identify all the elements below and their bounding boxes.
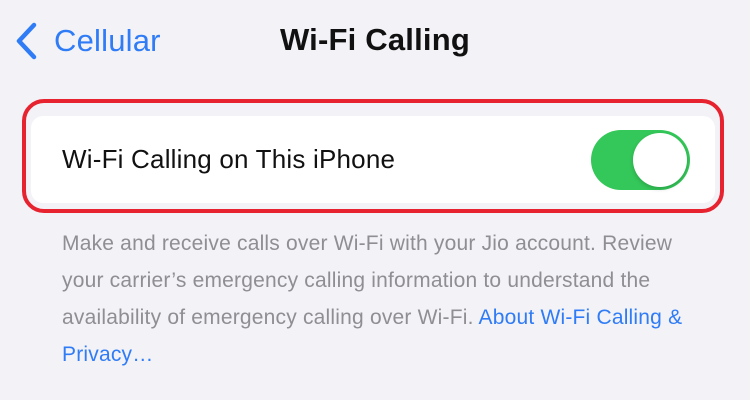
wifi-calling-toggle[interactable]	[591, 130, 690, 190]
page-title: Wi-Fi Calling	[279, 22, 471, 57]
settings-group: Wi-Fi Calling on This iPhone	[31, 116, 715, 203]
wifi-calling-label: Wi-Fi Calling on This iPhone	[62, 144, 396, 174]
footer-description: Make and receive calls over Wi-Fi with y…	[62, 225, 712, 373]
navigation-bar: Cellular Wi-Fi Calling	[0, 0, 750, 84]
toggle-knob	[633, 133, 687, 187]
